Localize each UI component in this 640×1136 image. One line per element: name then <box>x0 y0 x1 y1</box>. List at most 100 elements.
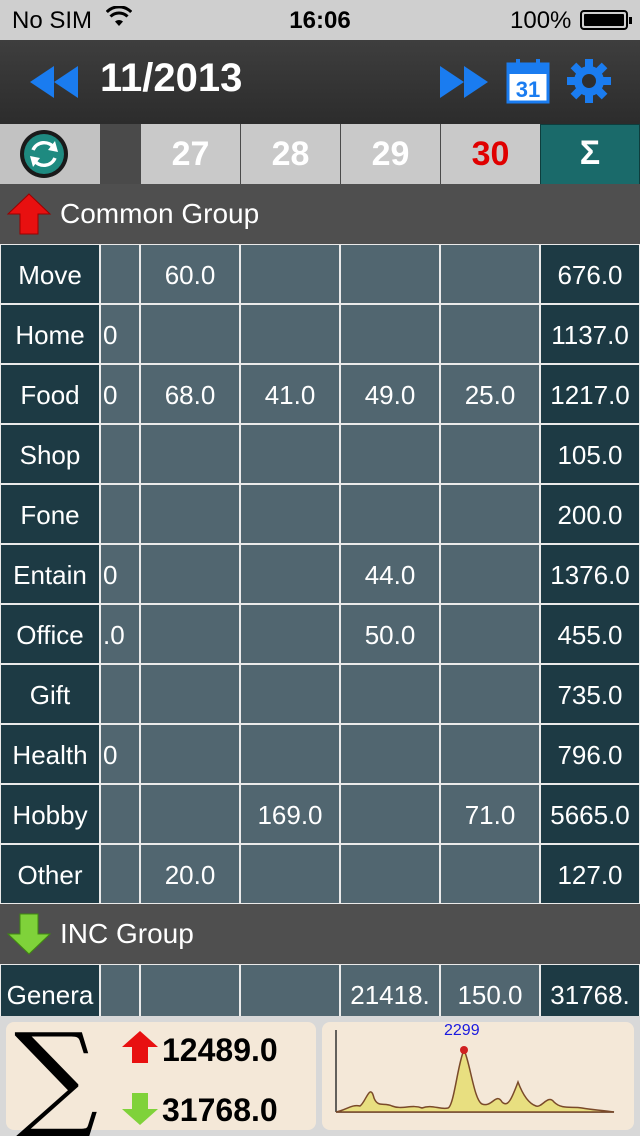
amount-cell[interactable] <box>240 424 340 484</box>
amount-cell[interactable] <box>140 964 240 1024</box>
partial-day-cell[interactable] <box>100 484 140 544</box>
category-cell[interactable]: Gift <box>0 664 100 724</box>
amount-cell[interactable] <box>240 604 340 664</box>
amount-cell[interactable] <box>440 304 540 364</box>
day-header-29[interactable]: 29 <box>341 124 440 184</box>
partial-day-cell[interactable] <box>100 244 140 304</box>
partial-day-cell[interactable]: 0 <box>100 544 140 604</box>
amount-cell[interactable]: 44.0 <box>340 544 440 604</box>
amount-cell[interactable]: 25.0 <box>440 364 540 424</box>
amount-cell[interactable] <box>440 484 540 544</box>
amount-cell[interactable] <box>140 664 240 724</box>
partial-day-cell[interactable]: 0 <box>100 304 140 364</box>
partial-day-cell[interactable] <box>100 424 140 484</box>
amount-cell[interactable] <box>240 544 340 604</box>
settings-gear-icon[interactable] <box>566 58 612 109</box>
amount-cell[interactable] <box>240 844 340 904</box>
table-row: Health 0 796.0 <box>0 724 640 784</box>
amount-cell[interactable] <box>340 484 440 544</box>
income-down-arrow-icon <box>6 912 52 963</box>
amount-cell[interactable] <box>240 244 340 304</box>
amount-cell[interactable] <box>440 604 540 664</box>
category-cell[interactable]: Entain <box>0 544 100 604</box>
amount-cell[interactable]: 169.0 <box>240 784 340 844</box>
category-cell[interactable]: Fone <box>0 484 100 544</box>
sigma-icon: ∑ <box>14 1007 99 1136</box>
amount-cell[interactable] <box>140 784 240 844</box>
amount-cell[interactable]: 49.0 <box>340 364 440 424</box>
amount-cell[interactable] <box>340 244 440 304</box>
table-row: Office .0 50.0 455.0 <box>0 604 640 664</box>
calendar-icon[interactable]: 31 <box>506 58 550 109</box>
category-cell[interactable]: Home <box>0 304 100 364</box>
amount-cell[interactable]: 150.0 <box>440 964 540 1024</box>
partial-day-cell[interactable]: 0 <box>100 724 140 784</box>
income-total: 31768.0 <box>162 1092 278 1128</box>
amount-cell[interactable]: 41.0 <box>240 364 340 424</box>
amount-cell[interactable]: 71.0 <box>440 784 540 844</box>
amount-cell[interactable]: 60.0 <box>140 244 240 304</box>
amount-cell[interactable] <box>240 964 340 1024</box>
partial-day-cell[interactable] <box>100 844 140 904</box>
amount-cell[interactable]: 21418. <box>340 964 440 1024</box>
partial-day-cell[interactable] <box>100 664 140 724</box>
amount-cell[interactable] <box>340 784 440 844</box>
table-row: Gift 735.0 <box>0 664 640 724</box>
amount-cell[interactable] <box>140 424 240 484</box>
table-row: Entain 0 44.0 1376.0 <box>0 544 640 604</box>
previous-month-icon[interactable] <box>30 64 80 105</box>
amount-cell[interactable] <box>240 304 340 364</box>
category-cell[interactable]: Other <box>0 844 100 904</box>
amount-cell[interactable] <box>140 724 240 784</box>
day-header-28[interactable]: 28 <box>241 124 340 184</box>
amount-cell[interactable] <box>440 424 540 484</box>
category-cell[interactable]: Office <box>0 604 100 664</box>
category-cell[interactable]: Shop <box>0 424 100 484</box>
amount-cell[interactable] <box>340 844 440 904</box>
amount-cell[interactable] <box>140 484 240 544</box>
income-down-arrow-icon <box>120 1092 160 1131</box>
day-header-27[interactable]: 27 <box>141 124 240 184</box>
amount-cell[interactable] <box>240 484 340 544</box>
amount-cell[interactable] <box>340 664 440 724</box>
amount-cell[interactable] <box>440 664 540 724</box>
category-cell[interactable]: Food <box>0 364 100 424</box>
sum-tab-label: Σ <box>579 134 601 172</box>
amount-cell[interactable]: 50.0 <box>340 604 440 664</box>
partial-day-cell[interactable] <box>100 964 140 1024</box>
amount-cell[interactable] <box>240 724 340 784</box>
amount-cell[interactable] <box>140 604 240 664</box>
category-cell[interactable]: Health <box>0 724 100 784</box>
inc-group-header[interactable]: INC Group <box>0 904 640 964</box>
amount-cell[interactable] <box>240 664 340 724</box>
amount-cell[interactable] <box>140 304 240 364</box>
amount-cell[interactable] <box>440 844 540 904</box>
refresh-button[interactable] <box>0 124 100 184</box>
spending-graph[interactable]: 2299 <box>322 1022 634 1130</box>
next-month-icon[interactable] <box>440 64 490 105</box>
table-row: Fone 200.0 <box>0 484 640 544</box>
table-row: Hobby 169.0 71.0 5665.0 <box>0 784 640 844</box>
amount-cell[interactable] <box>340 424 440 484</box>
day-header-30[interactable]: 30 <box>441 124 540 184</box>
expense-up-arrow-icon <box>120 1030 160 1069</box>
amount-cell[interactable] <box>340 724 440 784</box>
amount-cell[interactable] <box>140 544 240 604</box>
amount-cell[interactable]: 20.0 <box>140 844 240 904</box>
totals-panel[interactable]: ∑ 12489.0 31768.0 <box>6 1016 316 1136</box>
category-cell[interactable]: Hobby <box>0 784 100 844</box>
status-bar: No SIM 16:06 100% <box>0 0 640 40</box>
partial-day-cell[interactable] <box>100 784 140 844</box>
amount-cell[interactable] <box>440 724 540 784</box>
amount-cell[interactable] <box>340 304 440 364</box>
category-cell[interactable]: Move <box>0 244 100 304</box>
amount-cell[interactable] <box>440 544 540 604</box>
common-group-header[interactable]: Common Group <box>0 184 640 244</box>
battery-icon <box>580 10 632 30</box>
partial-day-cell[interactable]: .0 <box>100 604 140 664</box>
amount-cell[interactable] <box>440 244 540 304</box>
category-total-cell: 127.0 <box>540 844 640 904</box>
amount-cell[interactable]: 68.0 <box>140 364 240 424</box>
category-total-cell: 796.0 <box>540 724 640 784</box>
partial-day-cell[interactable]: 0 <box>100 364 140 424</box>
